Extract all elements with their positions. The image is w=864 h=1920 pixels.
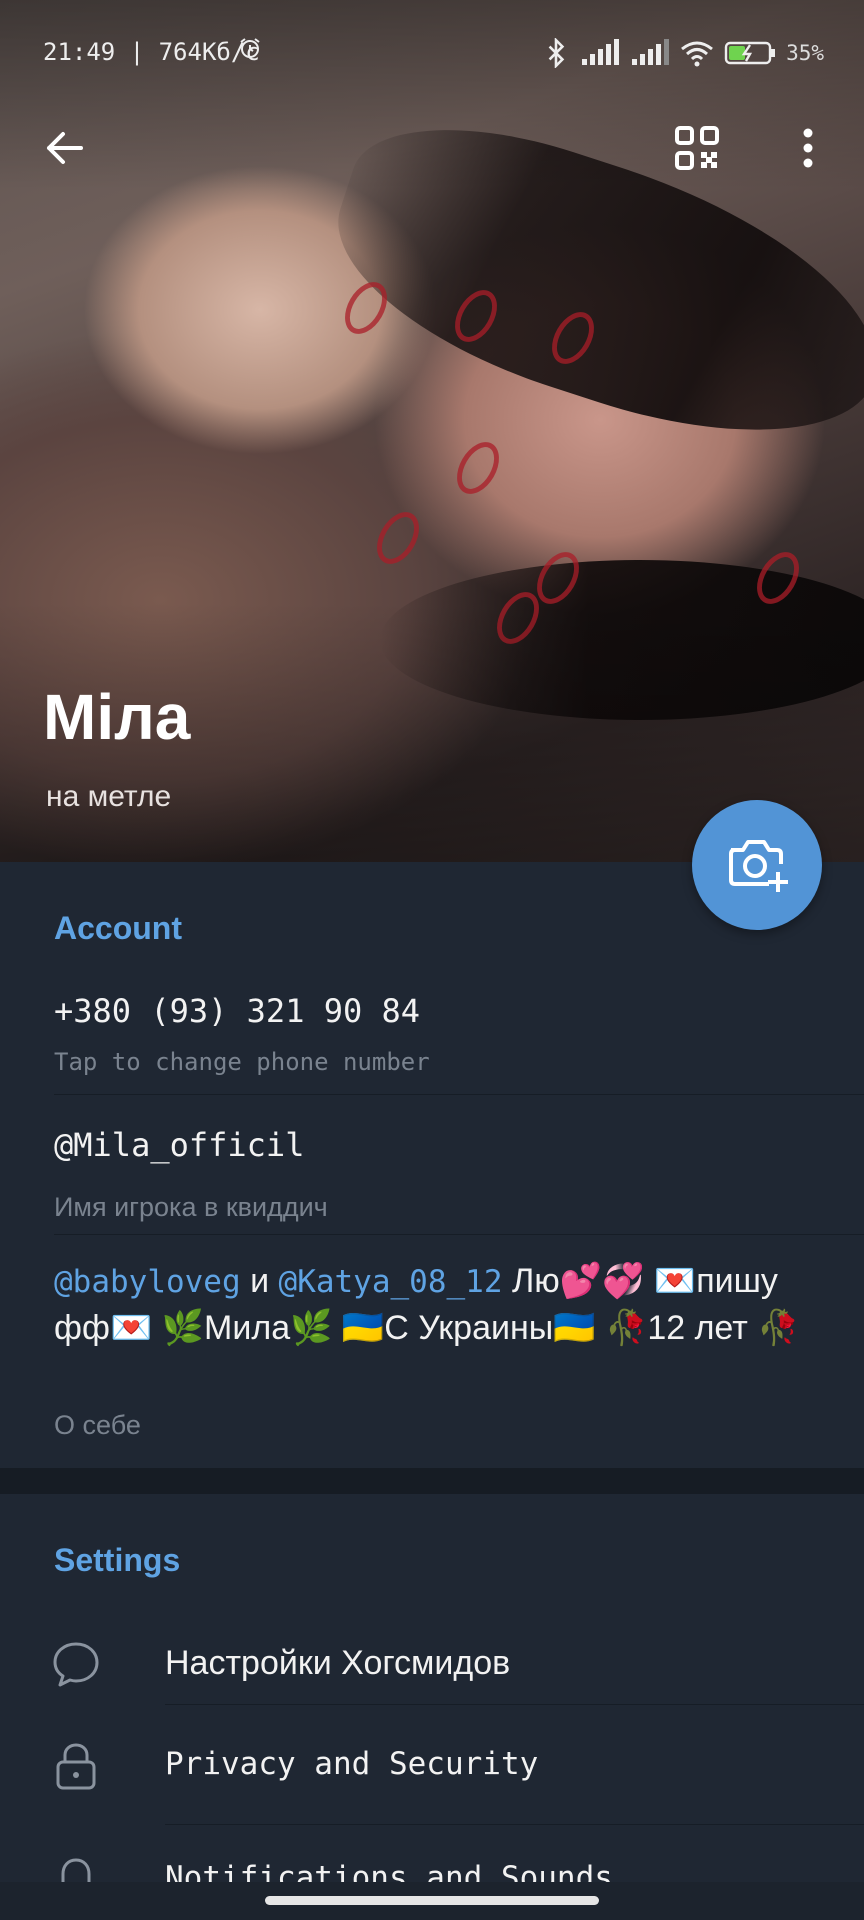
arrow-left-icon (47, 132, 83, 164)
username: @Mila_officil (54, 1126, 305, 1164)
settings-item-label: Privacy and Security (165, 1746, 539, 1782)
photo-lip-print (448, 434, 508, 502)
bio-text[interactable]: @babyloveg и @Katya_08_12 Лю💕💞 💌пишу фф💌… (54, 1258, 834, 1351)
bluetooth-icon (548, 38, 565, 68)
signal-icon (632, 39, 670, 65)
phone-row[interactable]: +380 (93) 321 90 84 Tap to change phone … (0, 972, 864, 1102)
settings-item-privacy[interactable]: Privacy and Security (0, 1706, 864, 1824)
phone-number: +380 (93) 321 90 84 (54, 992, 421, 1030)
wifi-icon (681, 41, 713, 67)
back-button[interactable] (34, 118, 94, 178)
phone-hint: Tap to change phone number (54, 1048, 430, 1076)
profile-settings-screen: 21:49 | 764Кб/с 35% Міла на метле Accoun… (0, 0, 864, 1920)
profile-name: Міла (43, 681, 191, 753)
signal-icon (582, 39, 620, 65)
home-gesture-pill[interactable] (265, 1896, 599, 1905)
username-hint: Имя игрока в квиддич (54, 1192, 328, 1222)
profile-photo-header[interactable]: 21:49 | 764Кб/с 35% Міла на метле (0, 0, 864, 862)
photo-top-shade (0, 0, 864, 190)
status-icons: 35% (542, 36, 824, 70)
set-photo-button[interactable] (692, 800, 822, 930)
alarm-icon (240, 38, 260, 58)
add-photo-icon (729, 840, 788, 892)
bio-conjunction: и (240, 1262, 279, 1300)
bio-mention-link[interactable]: @babyloveg (54, 1264, 241, 1300)
photo-lip-print (368, 504, 428, 572)
section-separator (0, 1468, 864, 1494)
account-section: Account +380 (93) 321 90 84 Tap to chang… (0, 862, 864, 1468)
account-section-title: Account (54, 910, 182, 946)
settings-item-label: Настройки Хогсмидов (165, 1644, 511, 1682)
divider (54, 1094, 864, 1095)
lock-icon (56, 1743, 96, 1790)
status-bar: 21:49 | 764Кб/с 35% (0, 30, 864, 78)
bio-mention-link[interactable]: @Katya_08_12 (279, 1264, 503, 1300)
more-options-button[interactable] (778, 118, 838, 178)
divider (54, 1234, 864, 1235)
status-time-speed: 21:49 | 764Кб/с (43, 38, 260, 66)
battery-charging-icon (724, 41, 776, 65)
settings-section-title: Settings (54, 1542, 181, 1578)
qr-code-button[interactable] (667, 118, 727, 178)
bio-hint: О себе (54, 1410, 141, 1440)
profile-status: на метле (46, 780, 172, 813)
qr-code-icon (675, 126, 719, 170)
battery-percent: 35% (786, 41, 824, 65)
username-row[interactable]: @Mila_officil Имя игрока в квиддич (0, 1096, 864, 1232)
chat-bubble-icon (53, 1642, 99, 1687)
divider (165, 1824, 864, 1825)
more-vertical-icon (803, 128, 813, 168)
divider (165, 1704, 864, 1705)
settings-section: Settings Настройки Хогсмидов Privacy and… (0, 1494, 864, 1920)
